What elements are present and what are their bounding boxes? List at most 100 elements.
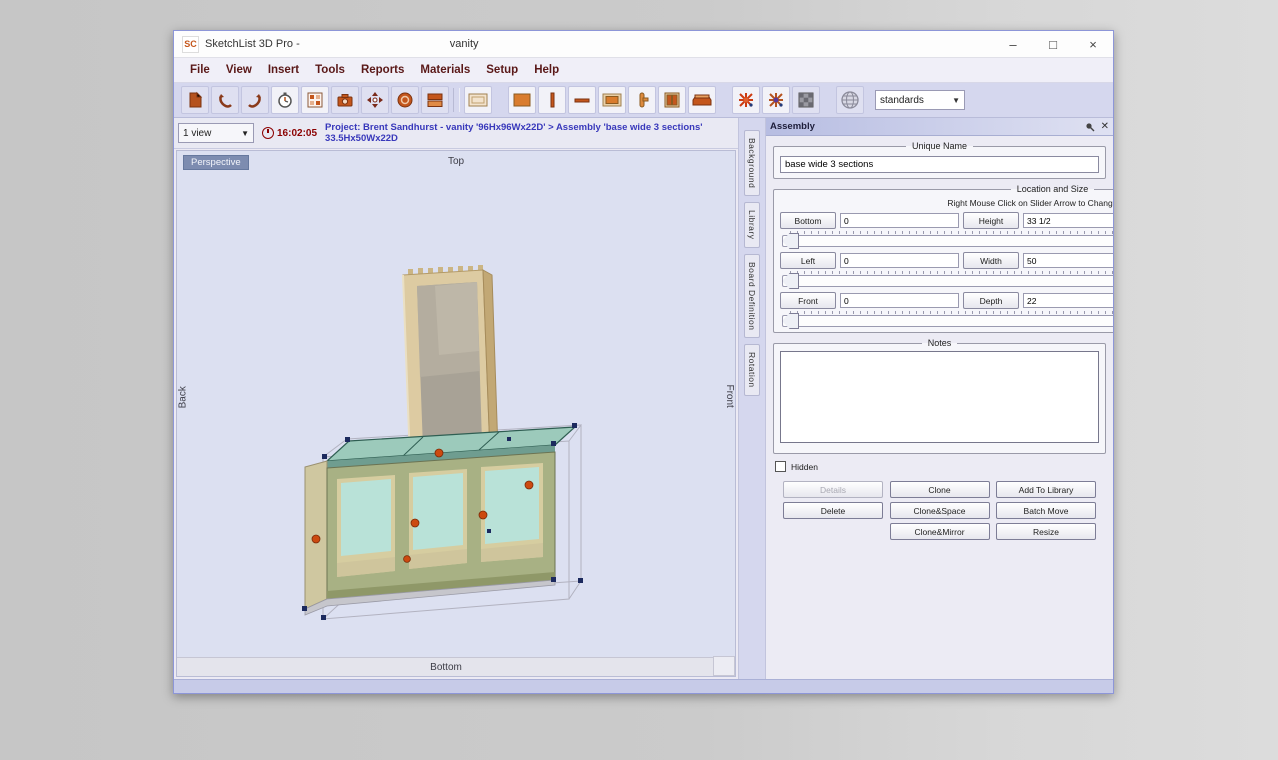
menu-insert[interactable]: Insert xyxy=(260,64,307,76)
app-logo-icon: SC xyxy=(182,36,199,53)
toolbar-button-redo[interactable] xyxy=(241,86,269,114)
slider-hint-text: Right Mouse Click on Slider Arrow to Cha… xyxy=(780,198,1113,208)
bottom-button[interactable]: Bottom xyxy=(780,212,836,229)
bottom-input[interactable] xyxy=(840,213,959,228)
toolbar-button-vertical-divider[interactable] xyxy=(538,86,566,114)
width-button[interactable]: Width xyxy=(963,252,1019,269)
tab-board-definition[interactable]: Board Definition xyxy=(744,254,760,338)
menu-tools[interactable]: Tools xyxy=(307,64,353,76)
height-input[interactable] xyxy=(1023,213,1113,228)
model-vanity-assembly[interactable] xyxy=(177,151,735,651)
toolbar-button-new-board[interactable] xyxy=(181,86,209,114)
delete-board-icon xyxy=(737,91,755,109)
project-breadcrumb-line2: 33.5Hx50Wx22D xyxy=(325,133,702,144)
tab-rotation[interactable]: Rotation xyxy=(744,344,760,396)
standards-dropdown[interactable]: standards ▼ xyxy=(875,90,965,110)
session-timer: 16:02:05 xyxy=(262,127,317,139)
toolbar-button-stopwatch[interactable] xyxy=(271,86,299,114)
model-mirror xyxy=(403,265,498,460)
hidden-checkbox-label: Hidden xyxy=(791,462,818,472)
toolbar-button-drawer[interactable] xyxy=(688,86,716,114)
maximize-button[interactable]: □ xyxy=(1033,31,1073,57)
panel-icon xyxy=(512,92,532,108)
slider-track[interactable] xyxy=(782,235,1113,247)
details-button[interactable]: Details xyxy=(783,481,883,498)
texture-icon xyxy=(797,91,815,109)
width-input[interactable] xyxy=(1023,253,1113,268)
project-breadcrumb: Project: Brent Sandhurst - vanity '96Hx9… xyxy=(325,122,702,144)
side-tab-strip: Background Library Board Definition Rota… xyxy=(738,118,765,679)
toolbar-button-delete-board[interactable] xyxy=(732,86,760,114)
height-slider[interactable] xyxy=(780,231,1113,247)
notes-textarea[interactable] xyxy=(780,351,1099,443)
toolbar-button-globe[interactable] xyxy=(836,86,864,114)
toolbar-button-clamp[interactable] xyxy=(628,86,656,114)
slider-track[interactable] xyxy=(782,275,1113,287)
front-input[interactable] xyxy=(840,293,959,308)
menu-bar: File View Insert Tools Reports Materials… xyxy=(174,58,1113,83)
unique-name-input[interactable] xyxy=(780,156,1099,173)
stopwatch-icon xyxy=(276,91,294,109)
delete-button[interactable]: Delete xyxy=(783,502,883,519)
toolbar-button-delete-assembly[interactable] xyxy=(762,86,790,114)
depth-button[interactable]: Depth xyxy=(963,292,1019,309)
view-count-dropdown[interactable]: 1 view ▼ xyxy=(178,123,254,143)
viewport-3d[interactable]: Perspective Top Back Front xyxy=(176,150,736,677)
menu-reports[interactable]: Reports xyxy=(353,64,412,76)
width-slider[interactable] xyxy=(780,271,1113,287)
slider-track[interactable] xyxy=(782,315,1113,327)
viewport-bottom-strip: Bottom xyxy=(177,657,715,676)
toolbar-button-board-outline[interactable] xyxy=(464,86,492,114)
clone-space-button[interactable]: Clone&Space xyxy=(890,502,990,519)
depth-input[interactable] xyxy=(1023,293,1113,308)
tab-library[interactable]: Library xyxy=(744,202,760,247)
clamp-icon xyxy=(633,91,651,109)
hidden-checkbox[interactable] xyxy=(775,461,786,472)
menu-view[interactable]: View xyxy=(218,64,260,76)
minimize-button[interactable]: – xyxy=(993,31,1033,57)
toolbar-button-move[interactable] xyxy=(361,86,389,114)
title-bar: SC SketchList 3D Pro - vanity – □ × xyxy=(174,31,1113,58)
toolbar-button-lathe[interactable] xyxy=(391,86,419,114)
resize-button[interactable]: Resize xyxy=(996,523,1096,540)
toolbar-button-horizontal-divider[interactable] xyxy=(568,86,596,114)
view-count-value: 1 view xyxy=(183,128,211,139)
viewport-corner-button[interactable] xyxy=(713,656,735,676)
info-bar: 1 view ▼ 16:02:05 Project: Brent Sandhur… xyxy=(174,118,738,149)
menu-file[interactable]: File xyxy=(182,64,218,76)
front-button[interactable]: Front xyxy=(780,292,836,309)
add-to-library-button[interactable]: Add To Library xyxy=(996,481,1096,498)
chevron-down-icon: ▼ xyxy=(952,96,960,105)
lathe-icon xyxy=(396,91,414,109)
menu-help[interactable]: Help xyxy=(526,64,567,76)
globe-icon xyxy=(840,90,860,110)
panel-close-icon[interactable]: ✕ xyxy=(1101,122,1109,132)
depth-slider[interactable] xyxy=(780,311,1113,327)
toolbar-button-framed-panel[interactable] xyxy=(598,86,626,114)
batch-move-button[interactable]: Batch Move xyxy=(996,502,1096,519)
toolbar-button-camera[interactable] xyxy=(331,86,359,114)
pin-icon[interactable] xyxy=(1085,122,1095,132)
left-button[interactable]: Left xyxy=(780,252,836,269)
new-board-icon xyxy=(186,91,204,109)
clone-button[interactable]: Clone xyxy=(890,481,990,498)
toolbar-button-undo[interactable] xyxy=(211,86,239,114)
toolbar-button-door[interactable] xyxy=(658,86,686,114)
menu-setup[interactable]: Setup xyxy=(478,64,526,76)
drawer-icon xyxy=(692,92,712,108)
menu-materials[interactable]: Materials xyxy=(412,64,478,76)
left-input[interactable] xyxy=(840,253,959,268)
close-button[interactable]: × xyxy=(1073,31,1113,57)
project-breadcrumb-line1: Project: Brent Sandhurst - vanity '96Hx9… xyxy=(325,122,702,133)
toolbar-button-panel[interactable] xyxy=(508,86,536,114)
tab-background[interactable]: Background xyxy=(744,130,760,196)
toolbar-button-layout-grid[interactable] xyxy=(301,86,329,114)
unique-name-group: Unique Name xyxy=(773,141,1106,179)
board-outline-icon xyxy=(468,92,488,108)
height-button[interactable]: Height xyxy=(963,212,1019,229)
clock-icon xyxy=(262,127,274,139)
notes-legend: Notes xyxy=(922,338,958,348)
toolbar-button-shelf-stack[interactable] xyxy=(421,86,449,114)
clone-mirror-button[interactable]: Clone&Mirror xyxy=(890,523,990,540)
toolbar-button-texture[interactable] xyxy=(792,86,820,114)
